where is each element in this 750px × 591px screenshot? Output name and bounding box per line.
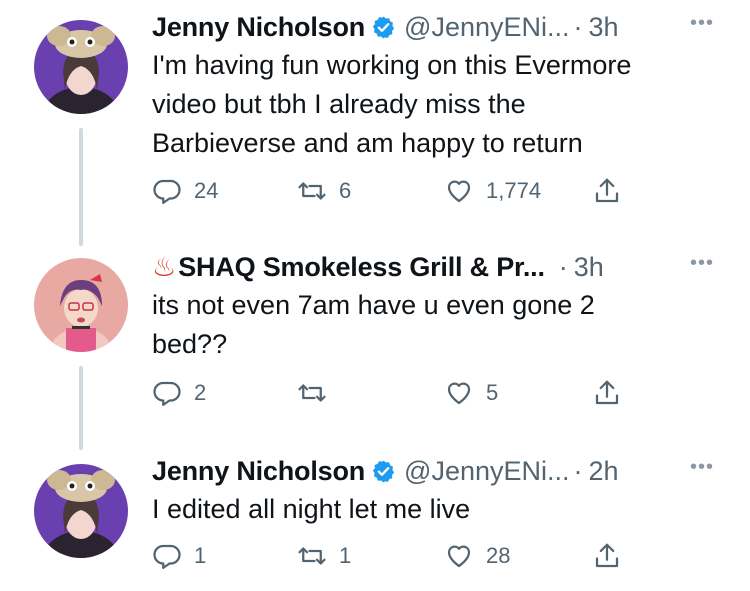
reply-icon [153,381,181,406]
share-button[interactable] [592,541,634,571]
reply-count: 24 [194,178,219,203]
reply-button[interactable]: 1 [152,541,206,571]
avatar[interactable] [34,258,128,352]
share-icon [595,380,619,405]
reply-count: 2 [194,380,207,405]
avatar[interactable] [34,464,128,558]
user-handle[interactable]: @JennyENi... [404,12,569,43]
retweet-button[interactable] [297,378,339,408]
verified-badge-icon [372,16,395,38]
hot-springs-icon: ♨ [152,251,177,282]
separator-dot: · [558,251,568,282]
separator-dot: · [573,455,583,486]
avatar-image [34,258,128,352]
avatar-image [34,464,128,558]
heart-icon [447,545,471,568]
display-name[interactable]: Jenny Nicholson [152,456,365,487]
separator-dot: · [573,11,583,42]
like-button[interactable]: 1,774 [444,176,541,206]
share-icon [595,178,619,203]
thread-line [79,128,83,246]
thread-line [79,366,83,450]
more-options-icon[interactable]: ••• [690,252,714,275]
timestamp[interactable]: 3h [589,12,619,43]
timestamp[interactable]: 2h [589,456,619,487]
reply-icon [153,544,181,569]
timestamp[interactable]: 3h [574,252,604,283]
like-button[interactable]: 5 [444,378,498,408]
like-button[interactable]: 28 [444,541,510,571]
like-count: 5 [486,380,499,405]
like-count: 1,774 [486,178,542,203]
display-name[interactable]: SHAQ Smokeless Grill & Pr... [178,252,545,283]
reply-button[interactable]: 24 [152,176,218,206]
retweet-icon [298,547,326,565]
reply-button[interactable]: 2 [152,378,206,408]
tweet-text: I'm having fun working on this Evermore … [152,50,632,158]
retweet-icon [298,182,326,200]
heart-icon [447,382,471,405]
tweet-text: I edited all night let me live [152,494,471,524]
retweet-button[interactable]: 6 [297,176,351,206]
avatar[interactable] [34,20,128,114]
retweet-icon [298,384,326,402]
share-button[interactable] [592,378,634,408]
more-options-icon[interactable]: ••• [690,456,714,479]
reply-count: 1 [194,543,207,568]
verified-badge-icon [372,460,395,482]
user-handle[interactable]: @JennyENi... [404,456,569,487]
tweet-text: its not even 7am have u even gone 2 bed?… [152,290,595,359]
more-options-icon[interactable]: ••• [690,12,714,35]
share-icon [595,543,619,568]
reply-icon [153,179,181,204]
avatar-image [34,20,128,114]
share-button[interactable] [592,176,634,206]
retweet-count: 6 [339,178,352,203]
retweet-button[interactable]: 1 [297,541,351,571]
heart-icon [447,180,471,203]
like-count: 28 [486,543,511,568]
display-name[interactable]: Jenny Nicholson [152,12,365,43]
retweet-count: 1 [339,543,352,568]
